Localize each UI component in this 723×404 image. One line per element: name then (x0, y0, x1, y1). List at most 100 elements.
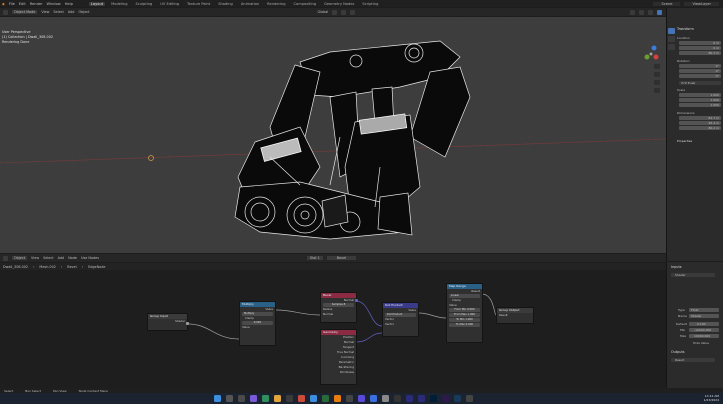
tab-animation[interactable]: Animation (239, 2, 261, 6)
dot-product-node[interactable]: Dot Product Value Dot Product Vector Vec… (382, 302, 419, 337)
app-icon[interactable] (298, 395, 305, 402)
tab-uv-editing[interactable]: UV Editing (158, 2, 181, 6)
node-editor-type-button[interactable] (3, 255, 8, 261)
output-list[interactable]: Result (671, 358, 715, 362)
app-icon[interactable] (406, 395, 413, 402)
min-field[interactable]: -10000.000 (689, 328, 719, 332)
menu-file[interactable]: File (9, 2, 15, 6)
overlay-button[interactable] (630, 9, 635, 15)
app-icon[interactable] (358, 395, 365, 402)
tab-rendering[interactable]: Rendering (265, 2, 287, 6)
node-menu-node[interactable]: Node (68, 256, 77, 260)
pivot-button[interactable] (332, 9, 338, 15)
editor-type-button[interactable] (3, 9, 8, 15)
location-x-field[interactable]: 0 m (679, 41, 721, 45)
from-min-field[interactable]: From Min 0.000 (449, 308, 480, 312)
node-context-dropdown[interactable]: Object (12, 256, 28, 260)
material-dropdown[interactable]: Bevel (326, 256, 357, 260)
breadcrumb-group[interactable]: EdgeNode (88, 265, 105, 269)
scale-z-field[interactable]: 1.000 (679, 103, 721, 107)
max-field[interactable]: 10000.000 (689, 334, 719, 338)
shading-rendered-button[interactable] (657, 9, 662, 15)
group-output-node[interactable]: Group Output Result (496, 307, 534, 324)
menu-add[interactable]: Add (68, 10, 75, 14)
to-min-field[interactable]: To Min 1.000 (449, 318, 480, 322)
default-field[interactable]: 0.100 (689, 322, 719, 326)
output-socket-icon[interactable] (186, 322, 189, 325)
multiply-node[interactable]: Multiply Value Multiply Clamp 0.020 Valu… (239, 301, 276, 346)
app-icon[interactable] (322, 395, 329, 402)
scene-selector[interactable]: Scene (653, 1, 681, 6)
group-input-node[interactable]: Group Input Shader (147, 313, 189, 331)
sidebar-tab-tool[interactable] (668, 36, 675, 42)
app-icon[interactable] (394, 395, 401, 402)
menu-edit[interactable]: Edit (19, 2, 26, 6)
menu-select[interactable]: Select (53, 10, 63, 14)
breadcrumb-material[interactable]: Bevel (67, 265, 76, 269)
sidebar-tab-item[interactable] (668, 28, 675, 34)
breadcrumb-mesh[interactable]: Mesh.002 (39, 265, 55, 269)
outputs-section-header[interactable]: Outputs (671, 350, 685, 354)
node-menu-view[interactable]: View (31, 256, 39, 260)
start-icon[interactable] (214, 395, 221, 402)
dimensions-y-field[interactable]: 95.4 m (679, 121, 721, 125)
app-icon[interactable] (418, 395, 425, 402)
app-icon[interactable] (466, 395, 473, 402)
dimensions-z-field[interactable]: 80.2 m (679, 126, 721, 130)
tab-scripting[interactable]: Scripting (360, 2, 380, 6)
proportional-button[interactable] (350, 9, 356, 15)
app-icon[interactable] (370, 395, 377, 402)
rotation-z-field[interactable]: 0° (679, 74, 721, 78)
rotation-y-field[interactable]: 0° (679, 69, 721, 73)
node-menu-add[interactable]: Add (58, 256, 65, 260)
geometry-node[interactable]: Geometry Position Normal Tangent True No… (320, 329, 357, 385)
xray-button[interactable] (639, 9, 644, 15)
node-menu-select[interactable]: Select (43, 256, 53, 260)
tab-geometry-nodes[interactable]: Geometry Nodes (322, 2, 356, 6)
snap-button[interactable] (341, 9, 347, 15)
tab-shading[interactable]: Shading (216, 2, 235, 6)
view-layer-selector[interactable]: ViewLayer (684, 1, 719, 6)
shading-solid-button[interactable] (648, 9, 653, 15)
menu-view[interactable]: View (41, 10, 49, 14)
scale-y-field[interactable]: 1.000 (679, 98, 721, 102)
transform-header[interactable]: Transform (677, 27, 694, 31)
blender-logo-icon[interactable]: ◆ (2, 2, 5, 6)
type-dropdown[interactable]: Float (689, 308, 719, 312)
photoshop-icon[interactable] (430, 395, 437, 402)
app-icon[interactable] (454, 395, 461, 402)
bevel-node[interactable]: Bevel Normal Samples 8 Radius Normal (320, 292, 358, 323)
to-max-field[interactable]: To Max 0.000 (449, 323, 480, 327)
app-icon[interactable] (250, 395, 257, 402)
edge-icon[interactable] (310, 395, 317, 402)
location-y-field[interactable]: 0 m (679, 46, 721, 50)
location-z-field[interactable]: 80.3 m (679, 51, 721, 55)
orientation-dropdown[interactable]: Global (318, 10, 329, 14)
tab-modeling[interactable]: Modeling (109, 2, 129, 6)
tab-texture-paint[interactable]: Texture Paint (185, 2, 212, 6)
inputs-section-header[interactable]: Inputs (671, 265, 682, 269)
rotation-x-field[interactable]: 0° (679, 64, 721, 68)
input-list[interactable]: Shader (671, 273, 715, 277)
slot-dropdown[interactable]: Slot 1 (307, 256, 323, 260)
system-clock[interactable]: 10:12 AM 1/23/2024 (704, 394, 719, 402)
properties-header[interactable]: Properties (677, 139, 692, 143)
node-editor-canvas[interactable]: Group Input Shader Multiply Value Multip… (0, 270, 666, 388)
menu-window[interactable]: Window (47, 2, 61, 6)
name-field[interactable]: Shader (689, 314, 719, 318)
app-icon[interactable] (286, 395, 293, 402)
map-range-node[interactable]: Map Range Result Linear Clamp Value From… (446, 283, 483, 343)
scale-x-field[interactable]: 1.000 (679, 93, 721, 97)
menu-object[interactable]: Object (78, 10, 89, 14)
file-explorer-icon[interactable] (274, 395, 281, 402)
dimensions-x-field[interactable]: 81.7 m (679, 116, 721, 120)
clamp-checkbox[interactable]: Clamp (240, 316, 275, 321)
hide-value-checkbox[interactable]: Hide Value (693, 341, 709, 345)
rotation-mode-dropdown[interactable]: XYZ Euler (679, 81, 721, 85)
3d-viewport[interactable]: User Perspective (1) Collection | Dwall_… (0, 17, 666, 253)
app-icon[interactable] (346, 395, 353, 402)
blender-icon[interactable] (334, 395, 341, 402)
task-view-icon[interactable] (238, 395, 245, 402)
app-icon[interactable] (382, 395, 389, 402)
search-icon[interactable] (226, 395, 233, 402)
